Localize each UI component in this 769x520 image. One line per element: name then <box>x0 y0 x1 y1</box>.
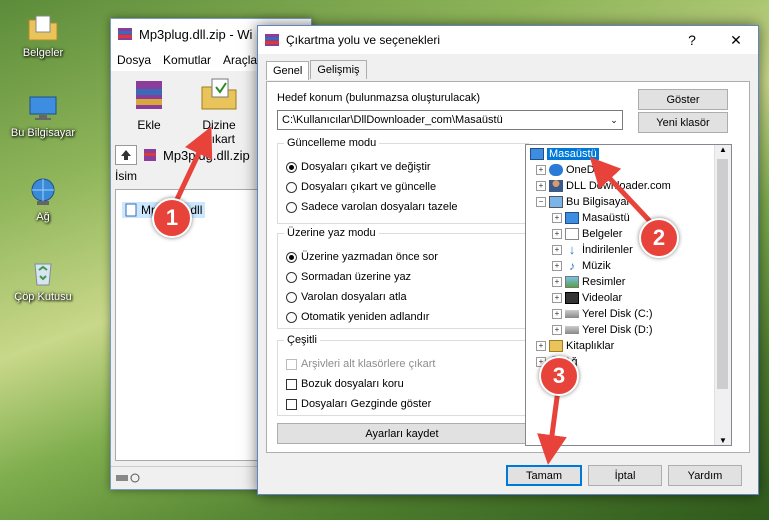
annotation-arrows <box>169 126 662 465</box>
arrow-3 <box>537 389 567 465</box>
callout-2: 2 <box>639 218 679 258</box>
callout-1: 1 <box>152 198 192 238</box>
callout-3: 3 <box>539 356 579 396</box>
